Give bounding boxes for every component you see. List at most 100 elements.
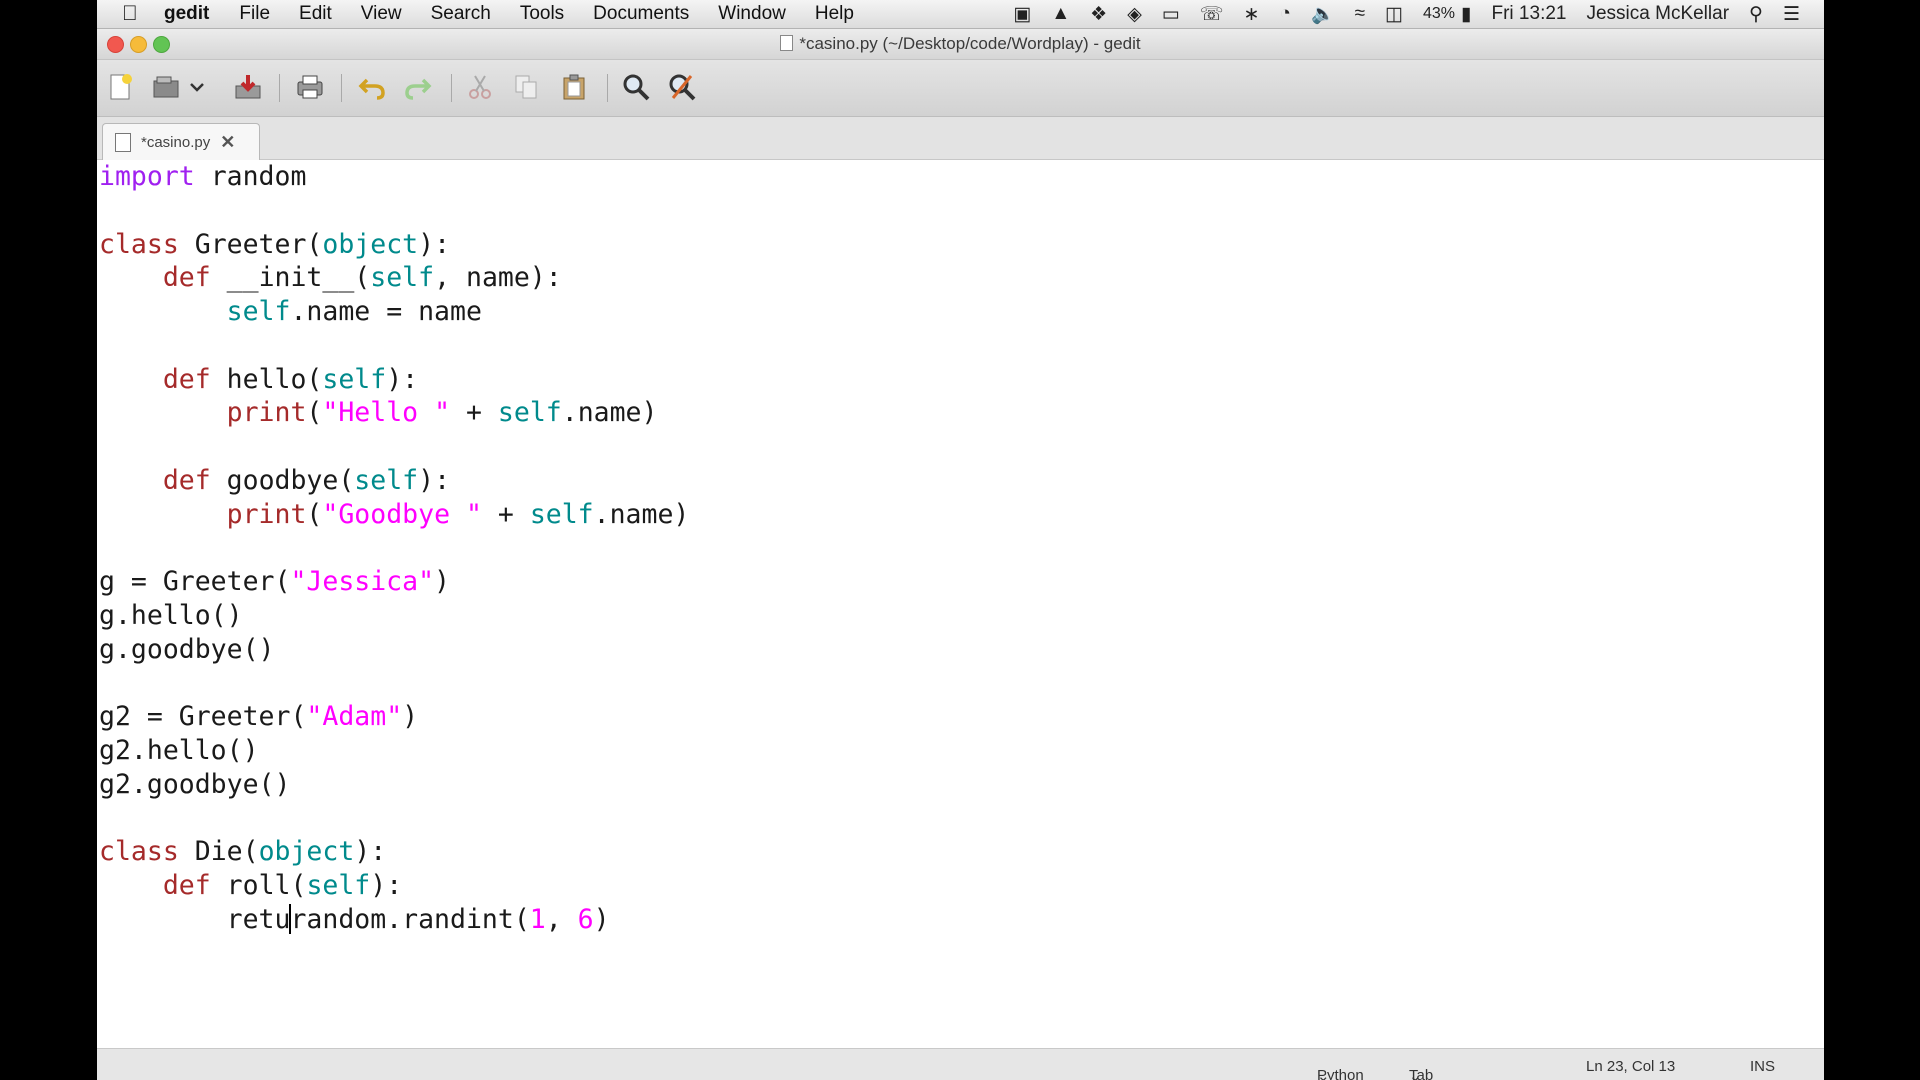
airplay-icon[interactable]: ▭ <box>1162 3 1180 26</box>
document-proxy-icon <box>780 35 794 51</box>
menu-edit[interactable]: Edit <box>299 3 332 25</box>
find-button[interactable] <box>619 70 653 104</box>
menu-documents[interactable]: Documents <box>593 3 689 25</box>
clock[interactable]: Fri 13:21 <box>1492 3 1567 25</box>
notification-center-icon[interactable]: ☰ <box>1783 3 1800 26</box>
window-title-text: *casino.py (~/Desktop/code/Wordplay) - g… <box>799 34 1141 53</box>
menu-tools[interactable]: Tools <box>520 3 564 25</box>
undo-icon <box>358 78 385 100</box>
code-line: g2 = Greeter("Adam") <box>99 701 419 732</box>
scissors-icon <box>469 75 491 99</box>
toolbar-separator <box>341 74 342 102</box>
code-text[interactable]: import random class Greeter(object): def… <box>99 160 689 936</box>
volume-icon[interactable]: 🔈 <box>1311 2 1335 26</box>
tab-label: *casino.py <box>141 133 211 151</box>
status-bar: Python ⌄ Tab Width: 8 ⌄ Ln 23, Col 13 IN… <box>97 1048 1824 1080</box>
document-icon <box>115 132 131 152</box>
redo-button[interactable] <box>401 70 435 104</box>
bluetooth-icon[interactable]: ∗ <box>1244 3 1260 26</box>
code-line: self.name = name <box>226 296 482 327</box>
wifi-icon[interactable]: ≈ <box>1355 3 1365 25</box>
code-line: def roll(self): <box>162 869 403 901</box>
toolbar <box>97 60 1824 117</box>
menu-items: File Edit View Search Tools Documents Wi… <box>239 3 883 25</box>
dropbox-icon[interactable]: ❖ <box>1090 3 1107 26</box>
cursor-position: Ln 23, Col 13 <box>1586 1058 1676 1075</box>
undo-button[interactable] <box>355 70 389 104</box>
code-line: print("Hello " + self.name) <box>226 397 658 429</box>
notification-icon[interactable]: ▲ <box>1051 3 1070 25</box>
new-document-icon <box>110 74 132 100</box>
code-line: g.goodbye() <box>99 633 275 665</box>
screen-recorder-icon[interactable]: ▣ <box>1013 3 1031 26</box>
menu-file[interactable]: File <box>239 3 270 25</box>
flame-icon[interactable]: ◈ <box>1127 3 1142 26</box>
text-cursor <box>289 903 292 934</box>
insert-mode: INS <box>1750 1058 1776 1075</box>
copy-button[interactable] <box>509 70 543 104</box>
code-line: def hello(self): <box>162 363 419 395</box>
open-dropdown-button[interactable] <box>187 70 207 104</box>
time-machine-icon[interactable]: ◔ <box>1279 3 1290 25</box>
toolbar-separator <box>279 74 280 102</box>
menu-window[interactable]: Window <box>718 3 786 25</box>
redo-icon <box>405 78 432 100</box>
search-icon <box>623 74 650 101</box>
chevron-down-icon <box>190 83 204 92</box>
find-replace-button[interactable] <box>665 70 699 104</box>
code-line: returandom.randint(1, 6) <box>99 903 610 935</box>
app-menu[interactable]: gedit <box>164 3 209 25</box>
chevron-down-icon: ⌄ <box>1409 1068 1422 1080</box>
code-line: class Greeter(object): <box>99 228 451 260</box>
clipboard-icon <box>563 74 585 100</box>
code-line: g2.hello() <box>99 734 259 766</box>
close-tab-icon[interactable]: ✕ <box>220 132 235 153</box>
phone-icon[interactable]: ☏ <box>1200 3 1224 26</box>
spotlight-icon[interactable]: ⚲ <box>1749 3 1763 26</box>
code-line: print("Goodbye " + self.name) <box>226 498 690 530</box>
cut-button[interactable] <box>463 70 497 104</box>
input-source-icon[interactable]: ◫ <box>1385 3 1403 26</box>
find-replace-icon <box>669 74 696 101</box>
tab-strip: *casino.py ✕ <box>97 117 1824 160</box>
copy-icon <box>515 75 537 99</box>
printer-icon <box>297 75 323 99</box>
title-bar: *casino.py (~/Desktop/code/Wordplay) - g… <box>97 29 1824 60</box>
user-name[interactable]: Jessica McKellar <box>1586 3 1729 25</box>
battery-percent: 43% <box>1423 5 1456 22</box>
new-document-button[interactable] <box>103 70 137 104</box>
code-line: g = Greeter("Jessica") <box>99 566 451 597</box>
code-line: class Die(object): <box>99 836 387 867</box>
menu-help[interactable]: Help <box>815 3 854 25</box>
open-button[interactable] <box>149 70 183 104</box>
code-line: def goodbye(self): <box>162 464 451 496</box>
open-folder-icon <box>153 76 179 98</box>
status-menus: ▣ ▲ ❖ ◈ ▭ ☏ ∗ ◔ 🔈 ≈ ◫ 43% ▮ Fri 13:21 Je… <box>993 0 1800 28</box>
code-line: def __init__(self, name): <box>162 262 562 294</box>
window-title: *casino.py (~/Desktop/code/Wordplay) - g… <box>97 34 1824 54</box>
code-line: g.hello() <box>99 599 243 631</box>
toolbar-separator <box>607 74 608 102</box>
toolbar-separator <box>451 74 452 102</box>
code-line: g2.goodbye() <box>99 768 291 800</box>
print-button[interactable] <box>293 70 327 104</box>
chevron-down-icon: ⌄ <box>1317 1068 1330 1080</box>
apple-menu-icon[interactable]:  <box>122 2 146 26</box>
code-editor[interactable]: import random class Greeter(object): def… <box>97 160 1824 1048</box>
code-line: import random <box>99 161 307 192</box>
save-button[interactable] <box>231 70 265 104</box>
save-icon <box>235 75 261 99</box>
screen:  gedit File Edit View Search Tools Docu… <box>97 0 1824 1080</box>
battery-icon[interactable]: ▮ <box>1461 3 1471 26</box>
menu-bar:  gedit File Edit View Search Tools Docu… <box>97 0 1824 29</box>
menu-view[interactable]: View <box>361 3 402 25</box>
tab-casino-py[interactable]: *casino.py ✕ <box>102 123 260 160</box>
menu-search[interactable]: Search <box>431 3 491 25</box>
paste-button[interactable] <box>557 70 591 104</box>
